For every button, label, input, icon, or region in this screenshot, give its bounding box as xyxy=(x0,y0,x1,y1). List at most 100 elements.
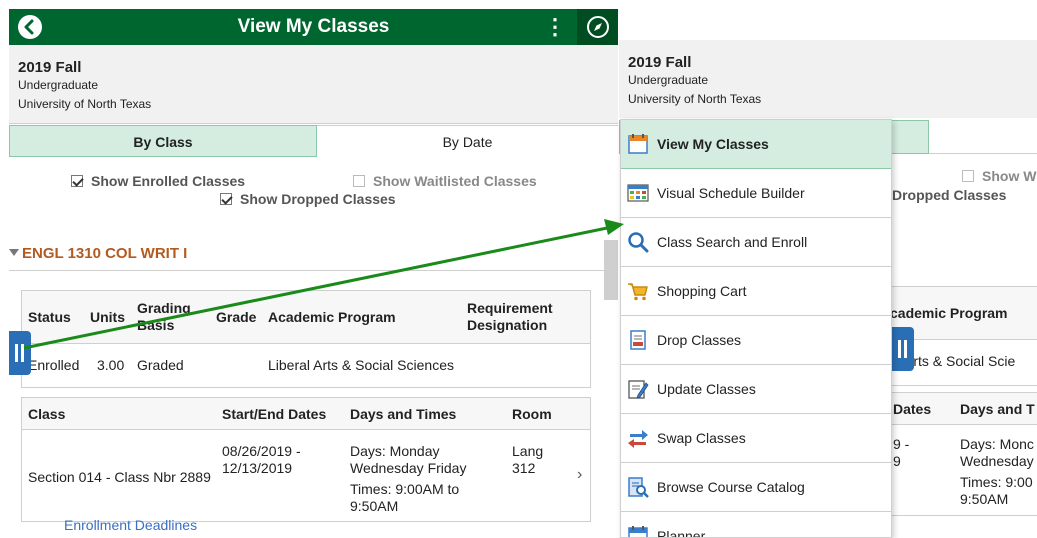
search-icon xyxy=(628,232,649,253)
filter-waitlisted[interactable]: Show Waitlisted Classes xyxy=(353,173,537,189)
col-academic-program: Academic Program xyxy=(268,309,396,325)
dates-value-right-2: 9 xyxy=(893,453,901,469)
shopping-cart-icon xyxy=(628,283,648,301)
filter-waitlisted-right[interactable]: Show W xyxy=(962,168,1036,184)
col-grading-basis: Grading Basis xyxy=(137,300,191,333)
dates-value-right-1: 9 - xyxy=(893,436,910,452)
checkbox[interactable] xyxy=(353,175,365,187)
update-classes-icon xyxy=(628,380,649,399)
scrollbar[interactable] xyxy=(604,240,618,300)
col-dates: Start/End Dates xyxy=(222,406,327,422)
col-dates-right: Dates xyxy=(893,401,932,417)
menu-item-visual-schedule-builder[interactable]: Visual Schedule Builder xyxy=(621,169,891,218)
page-title: View My Classes xyxy=(237,16,390,37)
left-drag-handle[interactable] xyxy=(9,331,31,375)
grid-header: Class Start/End Dates Days and Times Roo… xyxy=(22,398,590,430)
menu-item-label: Visual Schedule Builder xyxy=(657,185,805,201)
term-name: 2019 Fall xyxy=(18,59,82,76)
menu-item-label: Update Classes xyxy=(657,381,756,397)
course-section-header[interactable]: ENGL 1310 COL WRIT I xyxy=(9,245,618,271)
grading-value: Graded xyxy=(137,357,184,373)
col-units: Units xyxy=(90,309,125,325)
times-value-right-1: Times: 9:00 xyxy=(960,474,1033,490)
col-grade: Grade xyxy=(216,309,257,325)
term-institution: University of North Texas xyxy=(18,97,152,111)
term-info: 2019 Fall Undergraduate University of No… xyxy=(9,45,618,124)
view-tabs: By Class By Date xyxy=(9,125,618,157)
times-value-right-2: 9:50AM xyxy=(960,491,1009,507)
tab-by-class[interactable]: By Class xyxy=(9,125,317,157)
menu-item-planner[interactable]: Planner xyxy=(621,512,891,538)
menu-item-label: Class Search and Enroll xyxy=(657,234,808,250)
menu-item-label: Planner xyxy=(657,528,706,538)
menu-item-label: Drop Classes xyxy=(657,332,742,348)
term-name-right: 2019 Fall xyxy=(628,54,692,71)
compass-icon xyxy=(587,16,609,38)
header-bar: View My Classes ⋮ xyxy=(9,9,618,45)
filter-dropped-label-right: Dropped Classes xyxy=(892,187,1007,203)
view-my-classes-page: View My Classes ⋮ 2019 Fall Undergraduat… xyxy=(9,9,618,538)
term-career: Undergraduate xyxy=(18,78,99,92)
col-days-right: Days and T xyxy=(960,401,1035,417)
term-info-right: 2019 Fall Undergraduate University of No… xyxy=(619,40,1037,118)
menu-item-label: Swap Classes xyxy=(657,430,746,446)
col-room: Room xyxy=(512,406,552,422)
menu-item-view-my-classes[interactable]: View My Classes xyxy=(621,120,891,169)
menu-item-update-classes[interactable]: Update Classes xyxy=(621,365,891,414)
filter-waitlisted-label-right: Show W xyxy=(982,168,1037,184)
grid-header-right: Dates Days and T xyxy=(890,393,1037,425)
drop-classes-icon xyxy=(630,330,646,350)
col-requirement: Requirement Designation xyxy=(467,300,553,333)
menu-item-swap-classes[interactable]: Swap Classes xyxy=(621,414,891,463)
course-title: ENGL 1310 COL WRIT I xyxy=(22,245,188,262)
calendar-icon xyxy=(628,134,648,154)
room-value: Lang 312 xyxy=(512,443,544,476)
status-value: Enrolled xyxy=(28,357,80,373)
menu-item-label: View My Classes xyxy=(657,136,769,152)
filter-enrolled[interactable]: Show Enrolled Classes xyxy=(71,173,245,189)
checkbox[interactable] xyxy=(962,170,974,182)
term-institution-right: University of North Texas xyxy=(628,92,762,106)
tab-by-date[interactable]: By Date xyxy=(317,125,618,157)
col-class: Class xyxy=(28,406,66,422)
collapse-triangle-icon xyxy=(9,249,19,256)
program-value: Liberal Arts & Social Sciences xyxy=(268,357,454,373)
filter-waitlisted-label: Show Waitlisted Classes xyxy=(373,173,537,189)
filter-dropped[interactable]: Show Dropped Classes xyxy=(220,191,396,207)
navigation-button[interactable] xyxy=(577,9,618,45)
menu-item-label: Browse Course Catalog xyxy=(657,479,805,495)
class-schedule-grid-right: Dates Days and T 9 - 9 Days: Monc Wednes… xyxy=(889,392,1037,516)
menu-item-shopping-cart[interactable]: Shopping Cart xyxy=(621,267,891,316)
catalog-icon xyxy=(628,477,649,498)
grid-header: Status Units Grading Basis Grade Academi… xyxy=(22,291,590,344)
schedule-builder-icon xyxy=(627,184,649,202)
days-value-right-1: Days: Monc xyxy=(960,436,1034,452)
col-academic-program-right: cademic Program xyxy=(890,305,1008,321)
checkbox[interactable] xyxy=(220,193,232,205)
times-value: Times: 9:00AM to 9:50AM xyxy=(350,481,460,514)
days-value-right-2: Wednesday xyxy=(960,453,1034,469)
chevron-right-icon[interactable]: › xyxy=(577,466,582,484)
menu-item-drop-classes[interactable]: Drop Classes xyxy=(621,316,891,365)
filter-dropped-label: Show Dropped Classes xyxy=(240,191,396,207)
days-value: Days: Monday Wednesday Friday xyxy=(350,443,467,476)
enrollment-status-grid: Status Units Grading Basis Grade Academi… xyxy=(21,290,591,388)
menu-item-browse-catalog[interactable]: Browse Course Catalog xyxy=(621,463,891,512)
menu-item-label: Shopping Cart xyxy=(657,283,747,299)
units-value: 3.00 xyxy=(97,357,125,373)
swap-icon xyxy=(628,430,648,448)
menu-item-class-search[interactable]: Class Search and Enroll xyxy=(621,218,891,267)
class-value: Section 014 - Class Nbr 2889 xyxy=(28,469,211,485)
checkbox[interactable] xyxy=(71,175,83,187)
col-days-times: Days and Times xyxy=(350,406,457,422)
enrollment-deadlines-link[interactable]: Enrollment Deadlines xyxy=(64,517,197,533)
dates-value: 08/26/2019 - 12/13/2019 xyxy=(222,443,301,476)
class-schedule-grid[interactable]: Class Start/End Dates Days and Times Roo… xyxy=(21,397,591,522)
right-drag-handle[interactable] xyxy=(892,327,914,371)
navigation-menu: View My Classes Visual Schedule Builder … xyxy=(620,119,892,538)
filter-enrolled-label: Show Enrolled Classes xyxy=(91,173,246,189)
term-career-right: Undergraduate xyxy=(628,73,709,87)
planner-icon xyxy=(628,526,648,537)
col-status: Status xyxy=(28,309,71,325)
actions-menu-button[interactable]: ⋮ xyxy=(544,14,566,40)
